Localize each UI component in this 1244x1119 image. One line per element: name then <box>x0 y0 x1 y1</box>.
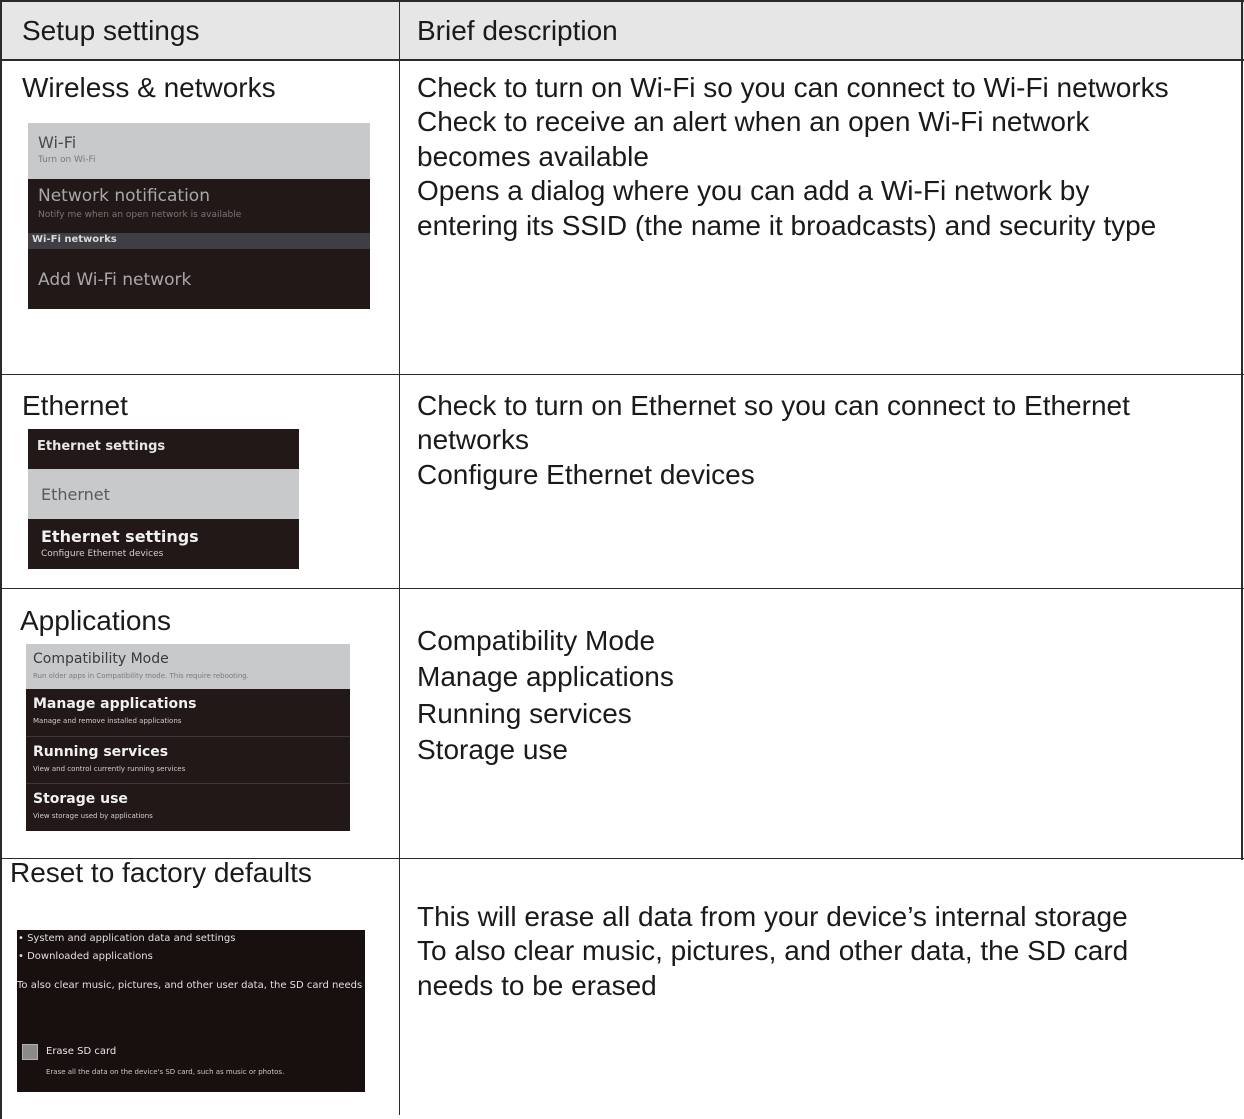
description-line: entering its SSID (the name it broadcast… <box>417 209 1157 241</box>
setting-ethernet: Ethernet <box>22 390 128 421</box>
description-line: becomes available <box>417 140 649 172</box>
description-line: Opens a dialog where you can add a Wi-Fi… <box>417 175 1090 207</box>
reset-sd-card-note: To also clear music, pictures, and other… <box>17 980 365 991</box>
ethernet-settings-title: Ethernet settings <box>41 527 199 546</box>
network-notification-title: Network notification <box>38 186 210 206</box>
network-notification-subtitle: Notify me when an open network is availa… <box>38 210 242 220</box>
ethernet-toggle-title: Ethernet <box>41 485 110 504</box>
rule-middle <box>399 0 400 1115</box>
wifi-toggle-row <box>28 123 370 179</box>
applications-screenshot: Compatibility Mode Run older apps in Com… <box>26 644 350 831</box>
description-line: Check to receive an alert when an open W… <box>417 106 1090 138</box>
ethernet-header-title: Ethernet settings <box>37 439 166 454</box>
description-line: Check to turn on Ethernet so you can con… <box>417 390 1130 421</box>
rule-header <box>0 59 1244 61</box>
ethernet-settings-subtitle: Configure Ethernet devices <box>41 549 164 559</box>
header-setup-settings: Setup settings <box>22 15 200 46</box>
rule-row-2 <box>0 588 1244 589</box>
erase-sd-checkbox[interactable] <box>22 1044 38 1060</box>
wifi-networks-label: Wi-Fi networks <box>32 234 117 245</box>
setting-wireless: Wireless & networks <box>22 72 276 103</box>
reset-bullet-system-data: • System and application data and settin… <box>18 933 236 944</box>
description-factory-reset: This will erase all data from your devic… <box>417 900 1128 1003</box>
description-line: Storage use <box>417 733 568 765</box>
running-services-title: Running services <box>33 744 169 760</box>
storage-use-title: Storage use <box>33 791 128 807</box>
wifi-subtitle: Turn on Wi-Fi <box>38 155 96 165</box>
description-line: This will erase all data from your devic… <box>417 901 1128 932</box>
description-line: Check to turn on Wi-Fi so you can connec… <box>417 72 1169 103</box>
add-wifi-title: Add Wi-Fi network <box>38 270 192 290</box>
wifi-title: Wi-Fi <box>38 133 77 152</box>
setting-factory-reset: Reset to factory defaults <box>10 857 312 888</box>
setting-applications: Applications <box>20 605 171 636</box>
rule-row-1 <box>0 374 1244 375</box>
compatibility-title: Compatibility Mode <box>33 651 169 667</box>
description-applications: Compatibility Mode Manage applications R… <box>417 623 674 768</box>
description-line: Compatibility Mode <box>417 625 656 656</box>
description-line: Running services <box>417 697 632 729</box>
description-line: Configure Ethernet devices <box>417 458 755 490</box>
description-ethernet: Check to turn on Ethernet so you can con… <box>417 389 1130 492</box>
storage-use-subtitle: View storage used by applications <box>33 812 153 820</box>
manage-applications-title: Manage applications <box>33 696 197 712</box>
description-wireless: Check to turn on Wi-Fi so you can connec… <box>417 71 1169 243</box>
description-line: Manage applications <box>417 661 674 693</box>
rule-top <box>0 0 1244 2</box>
factory-reset-screenshot: • System and application data and settin… <box>17 930 365 1092</box>
rule-right <box>1241 0 1243 860</box>
description-line: needs to be erased <box>417 969 657 1001</box>
erase-sd-title: Erase SD card <box>46 1046 117 1057</box>
reset-bullet-downloaded-apps: • Downloaded applications <box>18 951 153 962</box>
rule-left <box>0 0 2 1119</box>
wireless-screenshot: Wi-Fi Turn on Wi-Fi Network notification… <box>28 123 370 309</box>
settings-table: Setup settings Brief description Wireles… <box>0 0 1244 1119</box>
ethernet-screenshot: Ethernet settings Ethernet Ethernet sett… <box>28 429 299 569</box>
header-brief-description: Brief description <box>417 15 618 46</box>
description-line: networks <box>417 424 530 456</box>
running-services-subtitle: View and control currently running servi… <box>33 765 186 773</box>
erase-sd-subtitle: Erase all the data on the device's SD ca… <box>46 1068 285 1076</box>
compatibility-subtitle: Run older apps in Compatibility mode. Th… <box>33 672 249 680</box>
manage-applications-subtitle: Manage and remove installed applications <box>33 717 182 725</box>
description-line: To also clear music, pictures, and other… <box>417 935 1129 967</box>
